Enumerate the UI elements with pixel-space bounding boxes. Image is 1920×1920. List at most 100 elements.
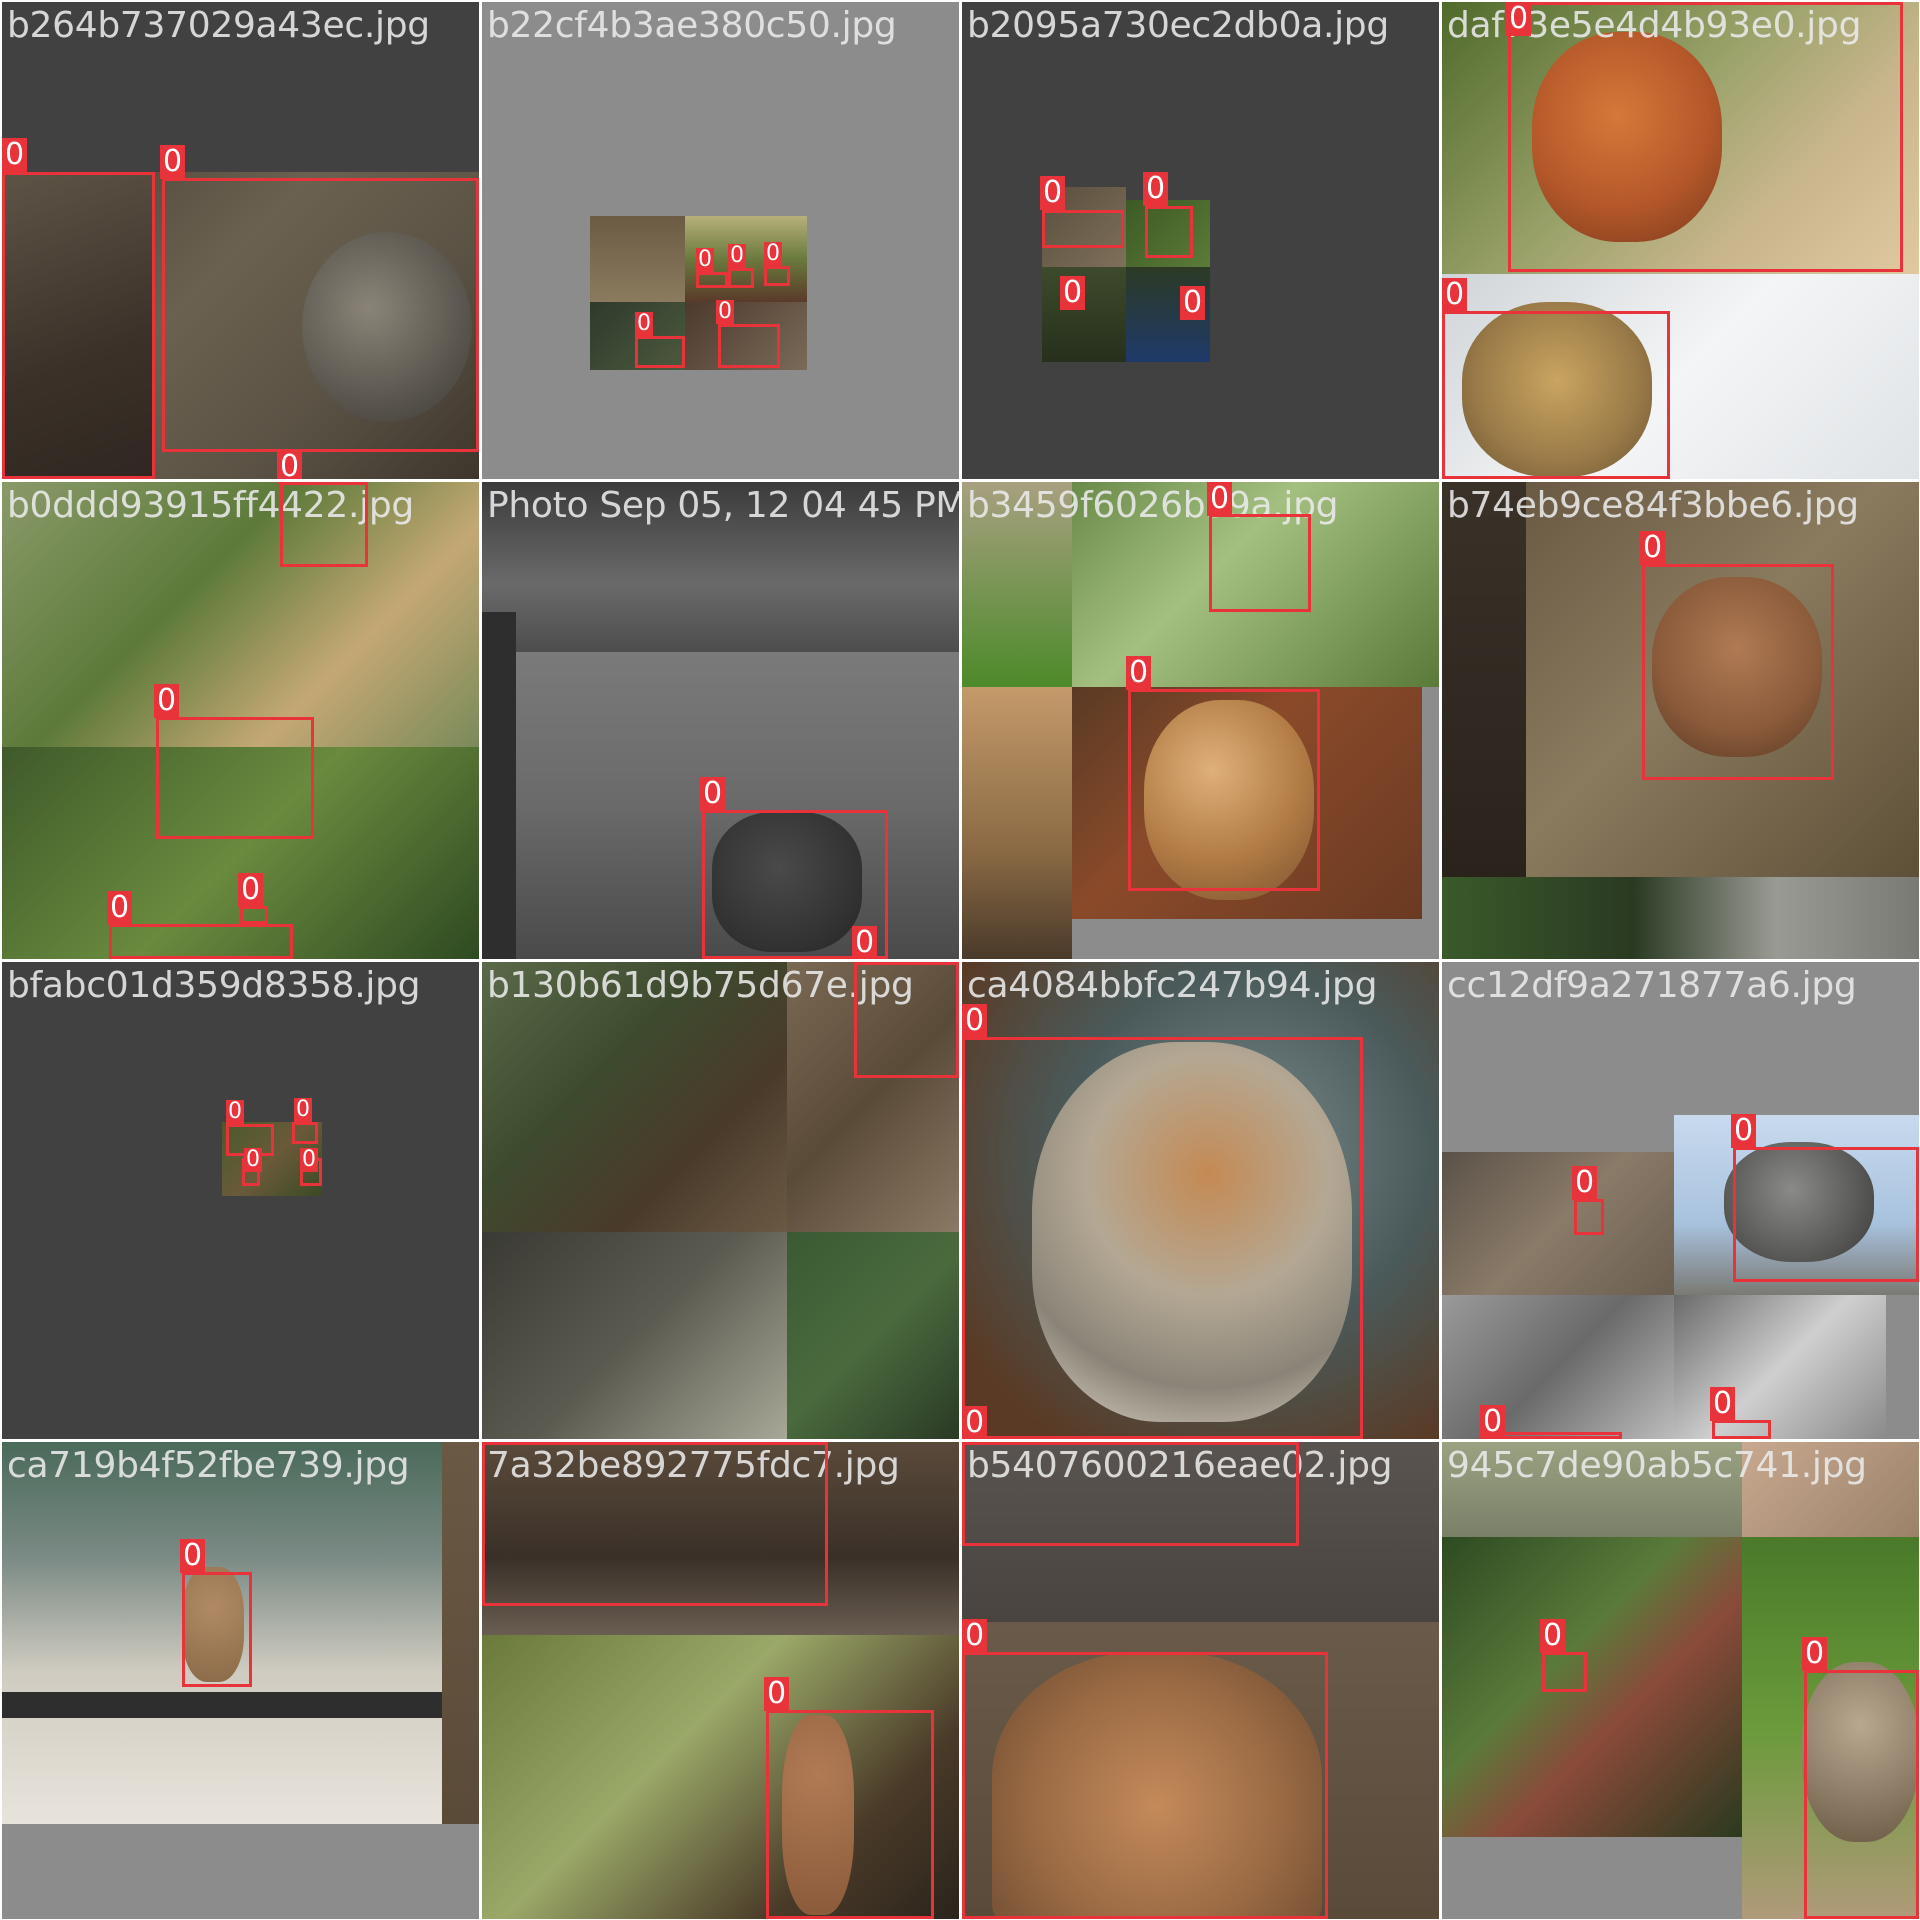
photo — [2, 1692, 442, 1718]
photo — [482, 612, 516, 959]
bounding-box — [635, 336, 685, 368]
bounding-box — [482, 1442, 828, 1606]
grid-tile: cc12df9a271877a6.jpg 0 0 0 0 — [1442, 962, 1919, 1439]
bounding-box — [156, 717, 314, 839]
class-label: 0 — [107, 891, 133, 925]
class-label: 0 — [962, 1004, 988, 1038]
tile-filename: bfabc01d359d8358.jpg — [7, 965, 421, 1006]
grid-tile: ca4084bbfc247b94.jpg 0 0 — [962, 962, 1439, 1439]
class-label: 0 — [764, 1677, 790, 1711]
bounding-box — [1712, 1420, 1771, 1439]
photo — [1442, 1152, 1674, 1295]
bounding-box — [280, 482, 368, 567]
class-label: 0 — [2, 138, 28, 172]
photo — [1674, 1295, 1886, 1439]
photo — [442, 1442, 479, 1824]
bounding-box — [962, 1652, 1328, 1919]
class-label: 0 — [1731, 1114, 1757, 1148]
class-label: 0 — [294, 1097, 312, 1122]
class-label: 0 — [277, 450, 303, 479]
class-label: 0 — [1506, 2, 1532, 36]
class-label: 0 — [1640, 531, 1666, 565]
tile-filename: ca4084bbfc247b94.jpg — [967, 965, 1378, 1006]
grid-tile: 7a32be892775fdc7.jpg 0 — [482, 1442, 959, 1919]
bounding-box — [1508, 2, 1903, 272]
grid-tile: b22cf4b3ae380c50.jpg 0 0 0 0 0 — [482, 2, 959, 479]
grid-tile: ca719b4f52fbe739.jpg 0 — [2, 1442, 479, 1919]
bounding-box — [1733, 1147, 1919, 1282]
photo — [1442, 877, 1919, 959]
photo — [1442, 1837, 1742, 1919]
bounding-box — [1442, 311, 1670, 479]
grid-tile: daf73e5e4d4b93e0.jpg 0 0 — [1442, 2, 1919, 479]
bounding-box — [1128, 689, 1320, 891]
class-label: 0 — [244, 1147, 262, 1172]
bounding-box — [2, 172, 155, 479]
photo — [1442, 482, 1526, 877]
class-label: 0 — [1040, 176, 1066, 210]
tile-filename: 945c7de90ab5c741.jpg — [1447, 1445, 1867, 1486]
tile-filename: Photo Sep 05, 12 04 45 PM.jpg — [487, 485, 959, 526]
tile-filename: b2095a730ec2db0a.jpg — [967, 5, 1389, 46]
bounding-box — [962, 1442, 1299, 1546]
class-label: 0 — [1442, 278, 1468, 312]
grid-tile: b5407600216eae02.jpg 0 — [962, 1442, 1439, 1919]
bounding-box — [962, 1037, 1363, 1439]
bounding-box — [766, 1710, 934, 1919]
bounding-box — [718, 324, 780, 368]
tile-filename: b264b737029a43ec.jpg — [7, 5, 430, 46]
class-label: 0 — [1710, 1387, 1736, 1421]
class-label: 0 — [1143, 172, 1169, 206]
tile-filename: b22cf4b3ae380c50.jpg — [487, 5, 897, 46]
class-label: 0 — [154, 684, 180, 718]
grid-tile: b130b61d9b75d67e.jpg 0 — [482, 962, 959, 1439]
class-label: 0 — [1540, 1619, 1566, 1653]
class-label: 0 — [1126, 656, 1152, 690]
grid-tile: b3459f6026b59a.jpg 0 0 — [962, 482, 1439, 959]
class-label: 0 — [1572, 1166, 1598, 1200]
bounding-box — [1574, 1199, 1604, 1235]
class-label: 0 — [716, 299, 734, 324]
bounding-box — [109, 924, 293, 959]
bounding-box — [728, 268, 754, 288]
photo — [1442, 1537, 1742, 1837]
bounding-box — [1542, 1652, 1587, 1692]
photo — [482, 1232, 787, 1439]
bounding-box — [854, 962, 959, 1078]
class-label: 0 — [852, 926, 878, 959]
grid-tile: 945c7de90ab5c741.jpg 0 0 — [1442, 1442, 1919, 1919]
class-label: 0 — [1480, 1405, 1506, 1439]
tile-filename: b130b61d9b75d67e.jpg — [487, 965, 914, 1006]
class-label: 0 — [180, 1539, 206, 1573]
photo — [962, 687, 1072, 959]
bounding-box — [1642, 564, 1834, 780]
class-label: 0 — [1802, 1637, 1828, 1671]
grid-tile: Photo Sep 05, 12 04 45 PM.jpg 0 0 — [482, 482, 959, 959]
class-label: 0 — [728, 243, 746, 268]
photo — [590, 216, 685, 302]
photo — [1442, 1295, 1674, 1439]
class-label: 0 — [1207, 482, 1233, 516]
grid-tile: b264b737029a43ec.jpg 0 0 0 — [2, 2, 479, 479]
bounding-box — [696, 272, 728, 288]
photo — [2, 1824, 479, 1919]
bounding-box — [1804, 1670, 1919, 1919]
bounding-box — [764, 266, 790, 286]
class-label: 0 — [700, 777, 726, 811]
class-label: 0 — [962, 1619, 988, 1653]
bounding-box — [1042, 210, 1124, 248]
bounding-box — [1145, 206, 1193, 258]
bounding-box — [292, 1122, 318, 1144]
class-label: 0 — [1180, 286, 1206, 320]
class-label: 0 — [696, 247, 714, 272]
tile-filename: ca719b4f52fbe739.jpg — [7, 1445, 410, 1486]
bounding-box — [182, 1572, 252, 1687]
bounding-box — [240, 906, 268, 924]
bounding-box — [162, 178, 479, 452]
photo — [787, 1232, 959, 1439]
grid-tile: b74eb9ce84f3bbe6.jpg 0 — [1442, 482, 1919, 959]
grid-tile: b0ddd93915ff4422.jpg 0 0 0 0 — [2, 482, 479, 959]
class-label: 0 — [278, 482, 304, 484]
bounding-box — [1209, 514, 1311, 612]
tile-filename: b74eb9ce84f3bbe6.jpg — [1447, 485, 1859, 526]
